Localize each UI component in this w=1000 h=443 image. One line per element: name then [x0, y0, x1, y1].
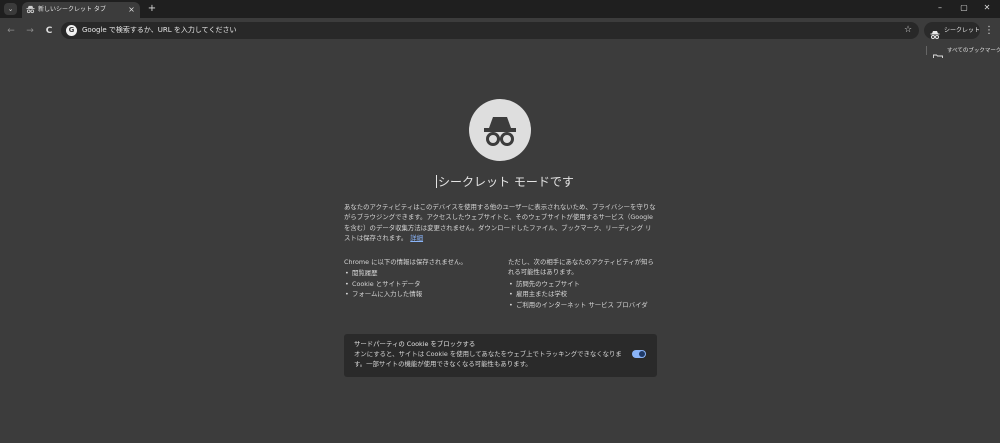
not-saved-section: Chrome に以下の情報は保存されません。 閲覧履歴 Cookie とサイトデ… — [344, 257, 494, 300]
list-item: 雇用主または学校 — [508, 289, 658, 300]
incognito-hero-glyph — [484, 117, 516, 146]
tab-title: 新しいシークレット タブ — [38, 6, 106, 13]
bookmarks-divider — [926, 46, 927, 55]
list-item: フォームに入力した情報 — [344, 289, 494, 300]
incognito-profile-button[interactable]: シークレット — [924, 22, 980, 39]
third-party-cookie-card: サードパーティの Cookie をブロックする オンにすると、サイトは Cook… — [344, 334, 657, 377]
address-bar[interactable]: G Google で検索するか、URL を入力してください ☆ — [61, 22, 919, 39]
toggle-knob — [639, 351, 645, 357]
block-cookies-toggle[interactable] — [632, 350, 646, 358]
toolbar: ← → C G Google で検索するか、URL を入力してください ☆ シー… — [0, 18, 1000, 44]
google-icon: G — [66, 25, 77, 36]
title-bar: ⌄ 新しいシークレット タブ × + – ▢ ✕ — [0, 0, 1000, 18]
visible-to-heading: ただし、次の相手にあなたのアクティビティが知られる可能性はあります。 — [508, 258, 654, 277]
incognito-description: あなたのアクティビティはこのデバイスを使用する他のユーザーに表示されないため、プ… — [344, 202, 656, 244]
reload-button[interactable]: C — [43, 25, 55, 37]
list-item: Cookie とサイトデータ — [344, 279, 494, 290]
page-title-text: シークレット モードです — [438, 175, 574, 189]
close-window-button[interactable]: ✕ — [980, 2, 994, 14]
not-saved-list: 閲覧履歴 Cookie とサイトデータ フォームに入力した情報 — [344, 268, 494, 300]
cookie-card-description: オンにすると、サイトは Cookie を使用してあなたをウェブ上でトラッキングで… — [354, 350, 622, 369]
page-title: シークレット モードです — [436, 174, 574, 190]
tab-close-icon[interactable]: × — [127, 5, 136, 14]
learn-more-link[interactable]: 詳細 — [410, 234, 423, 242]
list-item: ご利用のインターネット サービス プロバイダ — [508, 300, 658, 311]
incognito-hero-icon — [469, 99, 531, 161]
visible-to-section: ただし、次の相手にあなたのアクティビティが知られる可能性はあります。 訪問先のウ… — [508, 257, 658, 310]
list-item: 閲覧履歴 — [344, 268, 494, 279]
folder-icon — [933, 47, 943, 62]
bookmark-star-icon[interactable]: ☆ — [902, 24, 914, 36]
back-button[interactable]: ← — [5, 25, 17, 37]
forward-button[interactable]: → — [24, 25, 36, 37]
not-saved-heading: Chrome に以下の情報は保存されません。 — [344, 258, 467, 266]
description-text: あなたのアクティビティはこのデバイスを使用する他のユーザーに表示されないため、プ… — [344, 203, 656, 243]
all-bookmarks-label: すべてのブックマーク — [947, 48, 1000, 54]
incognito-chip-label: シークレット — [944, 27, 981, 34]
list-item: 訪問先のウェブサイト — [508, 279, 658, 290]
new-tab-button[interactable]: + — [146, 2, 158, 15]
text-caret — [436, 175, 437, 188]
visible-to-list: 訪問先のウェブサイト 雇用主または学校 ご利用のインターネット サービス プロバ… — [508, 279, 658, 311]
incognito-glyph — [26, 5, 35, 14]
incognito-glyph — [930, 31, 940, 39]
tab-new-incognito[interactable]: 新しいシークレット タブ × — [22, 2, 140, 18]
address-input[interactable]: Google で検索するか、URL を入力してください — [82, 25, 236, 36]
incognito-icon — [26, 5, 35, 14]
menu-icon[interactable]: ⋮ — [984, 24, 994, 37]
incognito-page: シークレット モードです あなたのアクティビティはこのデバイスを使用する他のユー… — [0, 58, 1000, 443]
minimize-button[interactable]: – — [933, 2, 947, 14]
bookmarks-bar: すべてのブックマーク — [0, 44, 1000, 62]
maximize-button[interactable]: ▢ — [957, 2, 971, 14]
incognito-icon — [930, 25, 940, 39]
tab-search-button[interactable]: ⌄ — [4, 3, 17, 15]
cookie-card-title: サードパーティの Cookie をブロックする — [354, 340, 476, 348]
